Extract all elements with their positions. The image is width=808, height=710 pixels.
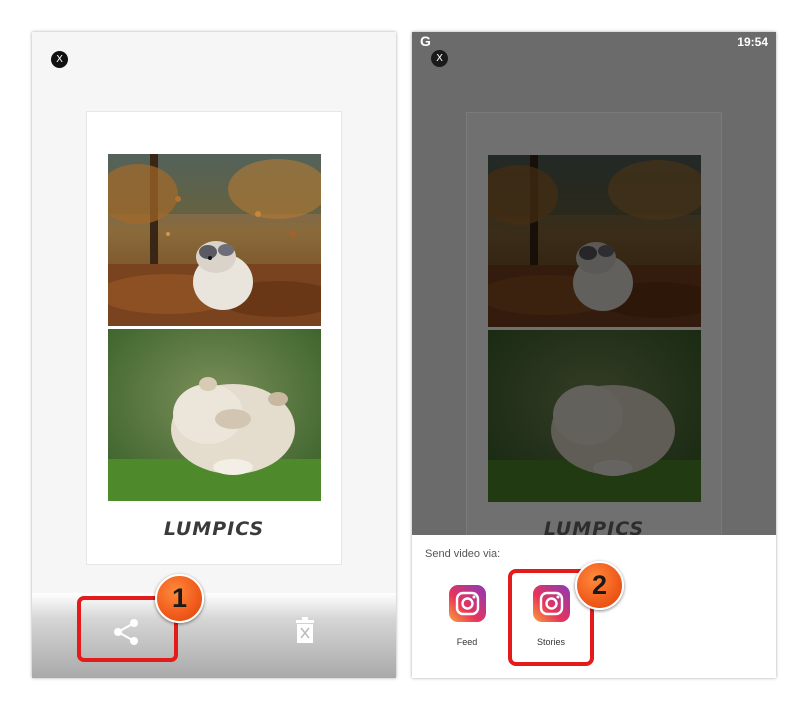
close-button[interactable]: X bbox=[51, 51, 68, 68]
photo-hamster-grass bbox=[488, 330, 701, 502]
share-target-label: Feed bbox=[456, 637, 478, 647]
photo-dog-autumn bbox=[488, 155, 701, 327]
instagram-icon bbox=[448, 585, 486, 622]
bottom-toolbar bbox=[32, 593, 396, 678]
collage-preview: LUMPICS bbox=[86, 111, 342, 565]
photo-hamster-grass bbox=[108, 329, 321, 501]
brand-text: LUMPICS bbox=[163, 518, 265, 540]
share-icon bbox=[114, 619, 138, 645]
collage-preview-dimmed: LUMPICS bbox=[466, 112, 722, 582]
status-bar: G 19:54 bbox=[412, 32, 776, 52]
status-time: 19:54 bbox=[737, 35, 768, 49]
left-screen: X LUMPICS bbox=[32, 32, 396, 678]
trash-icon[interactable] bbox=[295, 617, 315, 643]
google-icon: G bbox=[420, 33, 431, 49]
photo-dog-autumn bbox=[108, 154, 321, 326]
step-badge-1: 1 bbox=[155, 574, 204, 623]
share-sheet-title: Send video via: bbox=[425, 548, 501, 560]
share-target-feed[interactable]: Feed bbox=[437, 585, 497, 647]
step-badge-2: 2 bbox=[575, 561, 624, 610]
close-button[interactable]: X bbox=[431, 50, 448, 67]
